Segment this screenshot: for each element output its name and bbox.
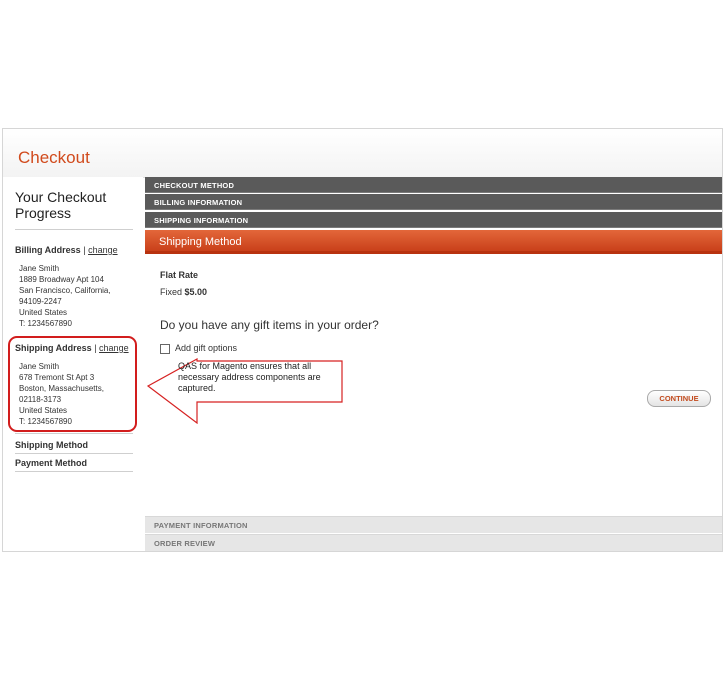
divider bbox=[15, 433, 133, 434]
divider bbox=[15, 229, 133, 230]
divider bbox=[15, 453, 133, 454]
checkout-page: Checkout Your Checkout Progress Billing … bbox=[2, 128, 723, 552]
billing-address-heading: Billing Address | change bbox=[15, 245, 118, 255]
annotation-text: QAS for Magento ensures that all necessa… bbox=[178, 361, 321, 393]
step-shipping-information[interactable]: SHIPPING INFORMATION bbox=[145, 212, 722, 228]
gift-options-label[interactable]: Add gift options bbox=[175, 343, 237, 353]
payment-method-progress: Payment Method bbox=[15, 458, 88, 468]
page-header: Checkout bbox=[3, 129, 722, 178]
gift-options-checkbox[interactable] bbox=[160, 344, 170, 354]
billing-address-block: Jane Smith 1889 Broadway Apt 104 San Fra… bbox=[19, 263, 111, 329]
address-line: 1889 Broadway Apt 104 bbox=[19, 275, 104, 284]
gift-question: Do you have any gift items in your order… bbox=[160, 318, 379, 332]
step-order-review[interactable]: ORDER REVIEW bbox=[145, 534, 722, 551]
page-title: Checkout bbox=[18, 148, 90, 167]
rate-text: Fixed bbox=[160, 287, 183, 297]
rate-amount: $5.00 bbox=[184, 287, 208, 297]
address-line: Jane Smith bbox=[19, 264, 60, 273]
rate-name: Flat Rate bbox=[160, 270, 199, 280]
progress-title: Your Checkout Progress bbox=[15, 189, 107, 221]
annotation-highlight-ring bbox=[8, 336, 137, 432]
address-line: United States bbox=[19, 308, 68, 317]
step-billing-information[interactable]: BILLING INFORMATION bbox=[145, 194, 722, 210]
separator: | bbox=[83, 245, 86, 255]
shipping-method-progress: Shipping Method bbox=[15, 440, 88, 450]
step-shipping-method-active: Shipping Method bbox=[145, 230, 722, 254]
rate-price: Fixed $5.00 bbox=[160, 287, 207, 297]
divider bbox=[15, 471, 133, 472]
continue-button[interactable]: CONTINUE bbox=[647, 390, 711, 407]
billing-address-label: Billing Address bbox=[15, 245, 81, 255]
address-line: T: 1234567890 bbox=[19, 319, 72, 328]
step-checkout-method[interactable]: CHECKOUT METHOD bbox=[145, 177, 722, 193]
address-line: 94109-2247 bbox=[19, 297, 62, 306]
step-payment-information[interactable]: PAYMENT INFORMATION bbox=[145, 516, 722, 533]
billing-change-link[interactable]: change bbox=[88, 245, 118, 255]
address-line: San Francisco, California, bbox=[19, 286, 111, 295]
